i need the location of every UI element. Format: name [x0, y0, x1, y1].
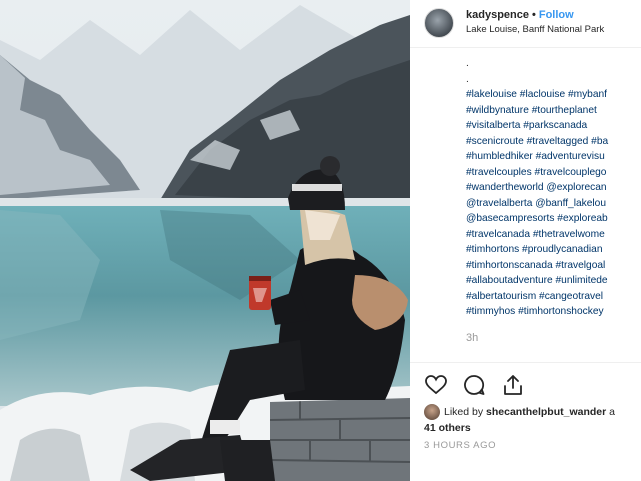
caption-mentions[interactable]: @travelalberta @banff_lakelou: [466, 196, 641, 212]
caption: . . #lakelouise #laclouise #mybanf #wild…: [466, 56, 641, 320]
caption-hashtags[interactable]: #visitalberta #parkscanada: [466, 118, 641, 134]
caption-hashtags[interactable]: #humbledhiker #adventurevisu: [466, 149, 641, 165]
likes-summary: Liked by shecanthelpbut_wander a 41 othe…: [424, 404, 641, 434]
lake-louise-photo: [0, 0, 410, 481]
likes-others-link[interactable]: 41 others: [424, 422, 641, 434]
caption-hashtags[interactable]: #timhortonscanada #travelgoal: [466, 258, 641, 274]
follow-button[interactable]: Follow: [539, 9, 574, 21]
post-sidebar: kadyspence • Follow Lake Louise, Banff Nat…: [410, 0, 641, 481]
username-link[interactable]: kadyspence: [466, 9, 529, 21]
caption-hashtags[interactable]: #travelcanada #thetravelwome: [466, 227, 641, 243]
liked-by-conjunction: a: [609, 405, 615, 418]
liker-username[interactable]: shecanthelpbut_wander: [486, 406, 606, 418]
caption-hashtags[interactable]: #lakelouise #laclouise #mybanf: [466, 87, 641, 103]
caption-mentions[interactable]: @basecampresorts #exploreab: [466, 211, 641, 227]
caption-hashtags[interactable]: #allaboutadventure #unlimitede: [466, 273, 641, 289]
caption-line: .: [466, 73, 469, 85]
caption-hashtags[interactable]: #travelcouples #travelcouplego: [466, 165, 641, 181]
separator-dot: •: [531, 9, 536, 21]
username-row: kadyspence • Follow: [466, 9, 574, 21]
post-photo[interactable]: [0, 0, 410, 481]
caption-line: .: [466, 58, 469, 69]
heart-icon[interactable]: [424, 373, 448, 397]
caption-hashtags[interactable]: #albertatourism #cangeotravel: [466, 289, 641, 305]
liked-by-prefix: Liked by: [444, 405, 484, 418]
post-header: kadyspence • Follow Lake Louise, Banff Nat…: [410, 0, 641, 48]
caption-hashtags[interactable]: #wandertheworld @explorecan: [466, 180, 641, 196]
action-bar: [424, 373, 535, 397]
avatar[interactable]: [424, 8, 454, 38]
header-divider: [410, 47, 641, 48]
caption-hashtags[interactable]: #wildbynature #tourtheplanet: [466, 103, 641, 119]
comment-icon[interactable]: [462, 373, 486, 397]
share-icon[interactable]: [501, 373, 525, 397]
post-timestamp[interactable]: 3 HOURS AGO: [424, 440, 496, 451]
caption-hashtags[interactable]: #timhortons #proudlycanadian: [466, 242, 641, 258]
caption-hashtags[interactable]: #scenicroute #traveltagged #ba: [466, 134, 641, 150]
location-link[interactable]: Lake Louise, Banff National Park: [466, 24, 604, 35]
caption-hashtags[interactable]: #timmyhos #timhortonshockey: [466, 304, 641, 320]
actions-divider: [410, 362, 641, 363]
comment-timestamp[interactable]: 3h: [466, 332, 478, 344]
liker-avatar[interactable]: [424, 404, 440, 420]
